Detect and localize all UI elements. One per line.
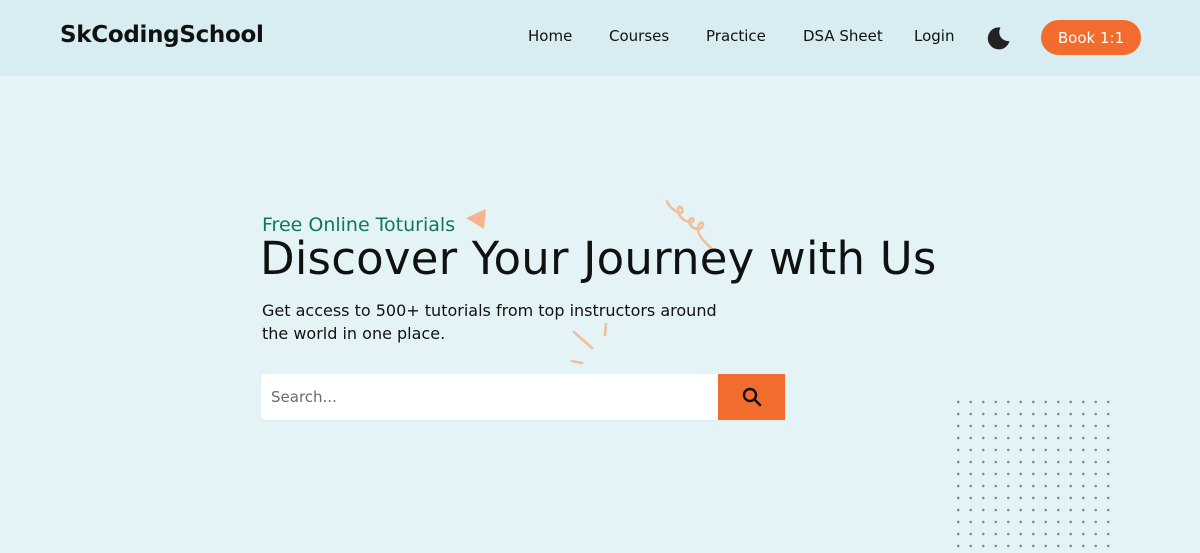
book-session-button[interactable]: Book 1:1	[1041, 20, 1141, 55]
hero-title: Discover Your Journey with Us	[260, 232, 937, 285]
moon-icon[interactable]	[985, 25, 1011, 51]
search-input[interactable]	[261, 374, 718, 420]
nav-link-home[interactable]: Home	[528, 27, 572, 45]
nav-link-dsa-sheet[interactable]: DSA Sheet	[803, 27, 883, 45]
triangle-decoration-icon	[466, 209, 486, 229]
nav-link-courses[interactable]: Courses	[609, 27, 669, 45]
nav-link-practice[interactable]: Practice	[706, 27, 766, 45]
navbar: SkCodingSchool Home Courses Practice DSA…	[0, 0, 1200, 76]
hero-subtitle: Get access to 500+ tutorials from top in…	[262, 301, 717, 343]
nav-link-login[interactable]: Login	[914, 27, 954, 45]
main-nav: Home Courses Practice DSA Sheet Login	[0, 27, 1200, 49]
dot-grid-decoration	[952, 396, 1112, 553]
search-button[interactable]	[718, 374, 785, 420]
search-bar	[261, 374, 785, 420]
search-icon	[742, 387, 761, 407]
